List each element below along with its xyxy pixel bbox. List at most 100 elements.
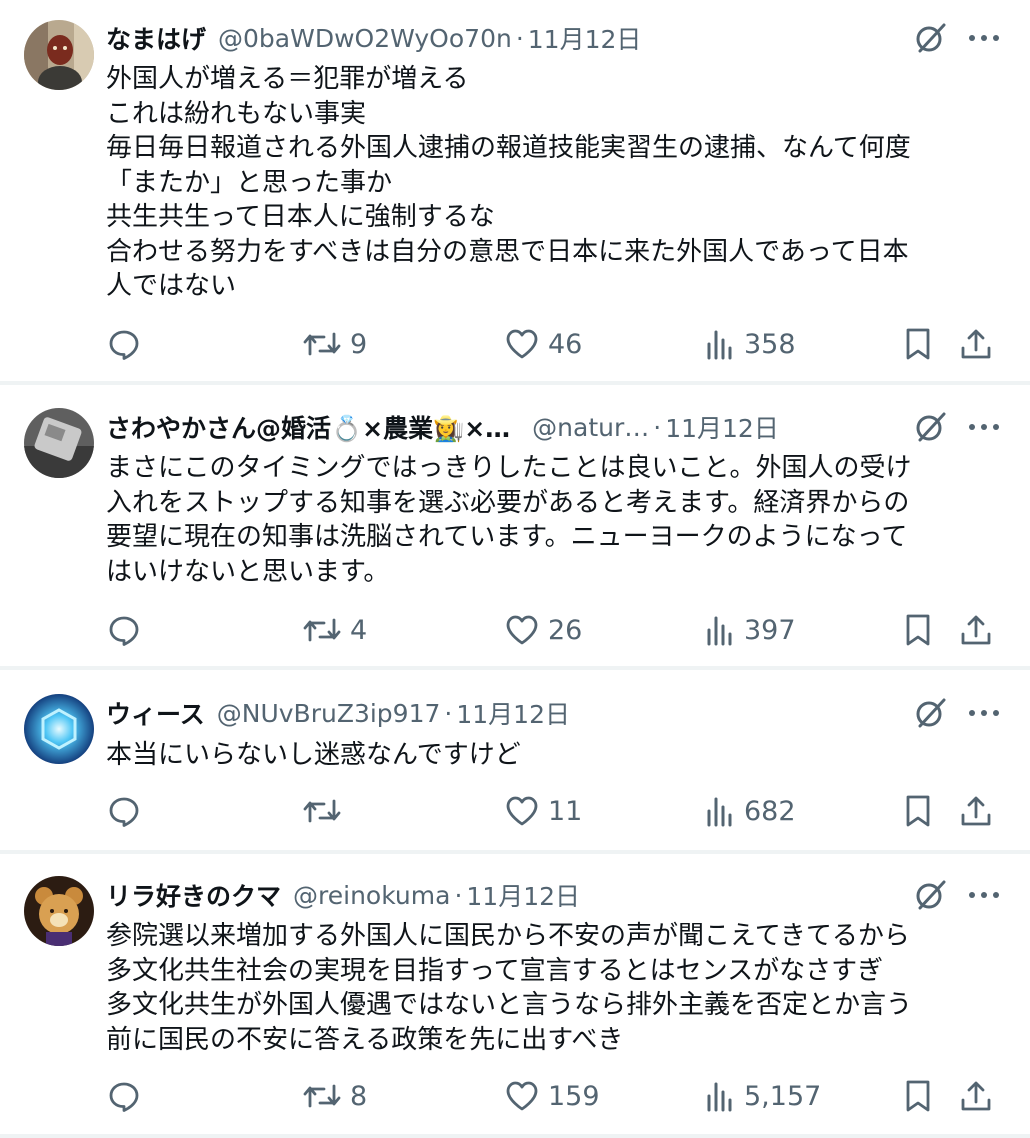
grok-icon[interactable] [914, 696, 948, 730]
share-button[interactable] [958, 1076, 994, 1116]
bookmark-button[interactable] [902, 791, 934, 831]
action-bar: 11 682 [106, 791, 998, 831]
reply-icon [106, 612, 142, 648]
share-icon [958, 793, 994, 829]
separator: · [444, 698, 453, 728]
retweet-count: 8 [350, 1080, 368, 1112]
tweet-date[interactable]: 11月12日 [665, 409, 779, 445]
tweet-date[interactable]: 11月12日 [466, 877, 580, 913]
user-handle[interactable]: @natur… [532, 413, 649, 442]
views-icon [704, 793, 736, 829]
views-icon [704, 1078, 736, 1114]
bookmark-button[interactable] [902, 610, 934, 650]
separator: · [653, 412, 662, 442]
views-button[interactable]: 358 [704, 324, 796, 364]
like-button[interactable]: 11 [504, 791, 582, 831]
retweet-button[interactable]: 9 [302, 324, 367, 364]
tweet-header: なまはげ @0baWDwO2WyOo70n · 11月12日 [106, 18, 1000, 58]
views-icon [704, 326, 736, 362]
user-name[interactable]: さわやかさん@婚活💍×農業👩‍🌾×… [106, 409, 510, 445]
user-handle[interactable]: @reinokuma [293, 881, 450, 910]
reply-button[interactable] [106, 1076, 150, 1116]
tweet[interactable]: さわやかさん@婚活💍×農業👩‍🌾×… @natur… · 11月12日 まさにこ… [0, 385, 1030, 670]
retweet-button[interactable] [302, 791, 350, 831]
like-button[interactable]: 46 [504, 324, 582, 364]
tweet[interactable]: リラ好きのクマ @reinokuma · 11月12日 参院選以来増加する外国人… [0, 854, 1030, 1138]
retweet-icon [302, 326, 342, 362]
grok-icon[interactable] [914, 878, 948, 912]
like-icon [504, 612, 540, 648]
retweet-count: 9 [350, 328, 368, 360]
bookmark-icon [902, 326, 934, 362]
tweet-text: 参院選以来増加する外国人に国民から不安の声が聞こえてきてるから 多文化共生社会の… [106, 921, 913, 1055]
separator: · [454, 880, 463, 910]
views-icon [704, 612, 736, 648]
avatar[interactable] [24, 694, 94, 764]
retweet-button[interactable]: 4 [302, 610, 367, 650]
tweet-text: 外国人が増える＝犯罪が増える これは紛れもない事実 毎日毎日報道される外国人逮捕… [106, 64, 911, 301]
bookmark-button[interactable] [902, 1076, 934, 1116]
tweet-date[interactable]: 11月12日 [528, 20, 642, 56]
like-count: 159 [548, 1080, 600, 1112]
reply-feed: なまはげ @0baWDwO2WyOo70n · 11月12日 外国人が増える＝犯… [0, 0, 1030, 1138]
grok-icon[interactable] [914, 410, 948, 444]
like-button[interactable]: 26 [504, 610, 582, 650]
user-name[interactable]: なまはげ [106, 20, 206, 56]
tweet[interactable]: ウィース @NUvBruZ3ip917 · 11月12日 本当にいらないし迷惑な… [0, 670, 1030, 854]
tweet-header: さわやかさん@婚活💍×農業👩‍🌾×… @natur… · 11月12日 [106, 407, 1000, 447]
like-icon [504, 326, 540, 362]
bookmark-icon [902, 793, 934, 829]
like-count: 46 [548, 328, 583, 360]
reply-button[interactable] [106, 791, 150, 831]
views-count: 682 [744, 795, 796, 827]
bookmark-icon [902, 612, 934, 648]
views-count: 5,157 [744, 1080, 822, 1112]
tweet-header: ウィース @NUvBruZ3ip917 · 11月12日 [106, 693, 1000, 733]
avatar[interactable] [24, 408, 94, 478]
share-button[interactable] [958, 324, 994, 364]
like-icon [504, 793, 540, 829]
like-icon [504, 1078, 540, 1114]
share-button[interactable] [958, 791, 994, 831]
views-button[interactable]: 682 [704, 791, 796, 831]
share-button[interactable] [958, 610, 994, 650]
action-bar: 9 46 358 [106, 324, 998, 364]
views-button[interactable]: 397 [704, 610, 796, 650]
more-icon[interactable] [968, 33, 1000, 43]
avatar[interactable] [24, 876, 94, 946]
retweet-button[interactable]: 8 [302, 1076, 367, 1116]
grok-icon[interactable] [914, 21, 948, 55]
avatar[interactable] [24, 20, 94, 90]
more-icon[interactable] [968, 422, 1000, 432]
tweet-header: リラ好きのクマ @reinokuma · 11月12日 [106, 875, 1000, 915]
views-count: 397 [744, 614, 796, 646]
views-count: 358 [744, 328, 796, 360]
more-icon[interactable] [968, 708, 1000, 718]
action-bar: 4 26 397 [106, 610, 998, 650]
like-count: 11 [548, 795, 583, 827]
retweet-count: 4 [350, 614, 368, 646]
reply-button[interactable] [106, 324, 150, 364]
bookmark-button[interactable] [902, 324, 934, 364]
share-icon [958, 1078, 994, 1114]
user-name[interactable]: ウィース [106, 695, 205, 731]
retweet-icon [302, 793, 342, 829]
more-icon[interactable] [968, 890, 1000, 900]
tweet[interactable]: なまはげ @0baWDwO2WyOo70n · 11月12日 外国人が増える＝犯… [0, 0, 1030, 385]
share-icon [958, 612, 994, 648]
views-button[interactable]: 5,157 [704, 1076, 821, 1116]
reply-icon [106, 793, 142, 829]
user-name[interactable]: リラ好きのクマ [106, 877, 281, 913]
like-button[interactable]: 159 [504, 1076, 600, 1116]
retweet-icon [302, 1078, 342, 1114]
like-count: 26 [548, 614, 583, 646]
share-icon [958, 326, 994, 362]
retweet-icon [302, 612, 342, 648]
bookmark-icon [902, 1078, 934, 1114]
reply-icon [106, 326, 142, 362]
reply-button[interactable] [106, 610, 150, 650]
user-handle[interactable]: @0baWDwO2WyOo70n [218, 24, 512, 53]
user-handle[interactable]: @NUvBruZ3ip917 [217, 699, 441, 728]
action-bar: 8 159 5,157 [106, 1076, 998, 1116]
tweet-date[interactable]: 11月12日 [456, 695, 570, 731]
